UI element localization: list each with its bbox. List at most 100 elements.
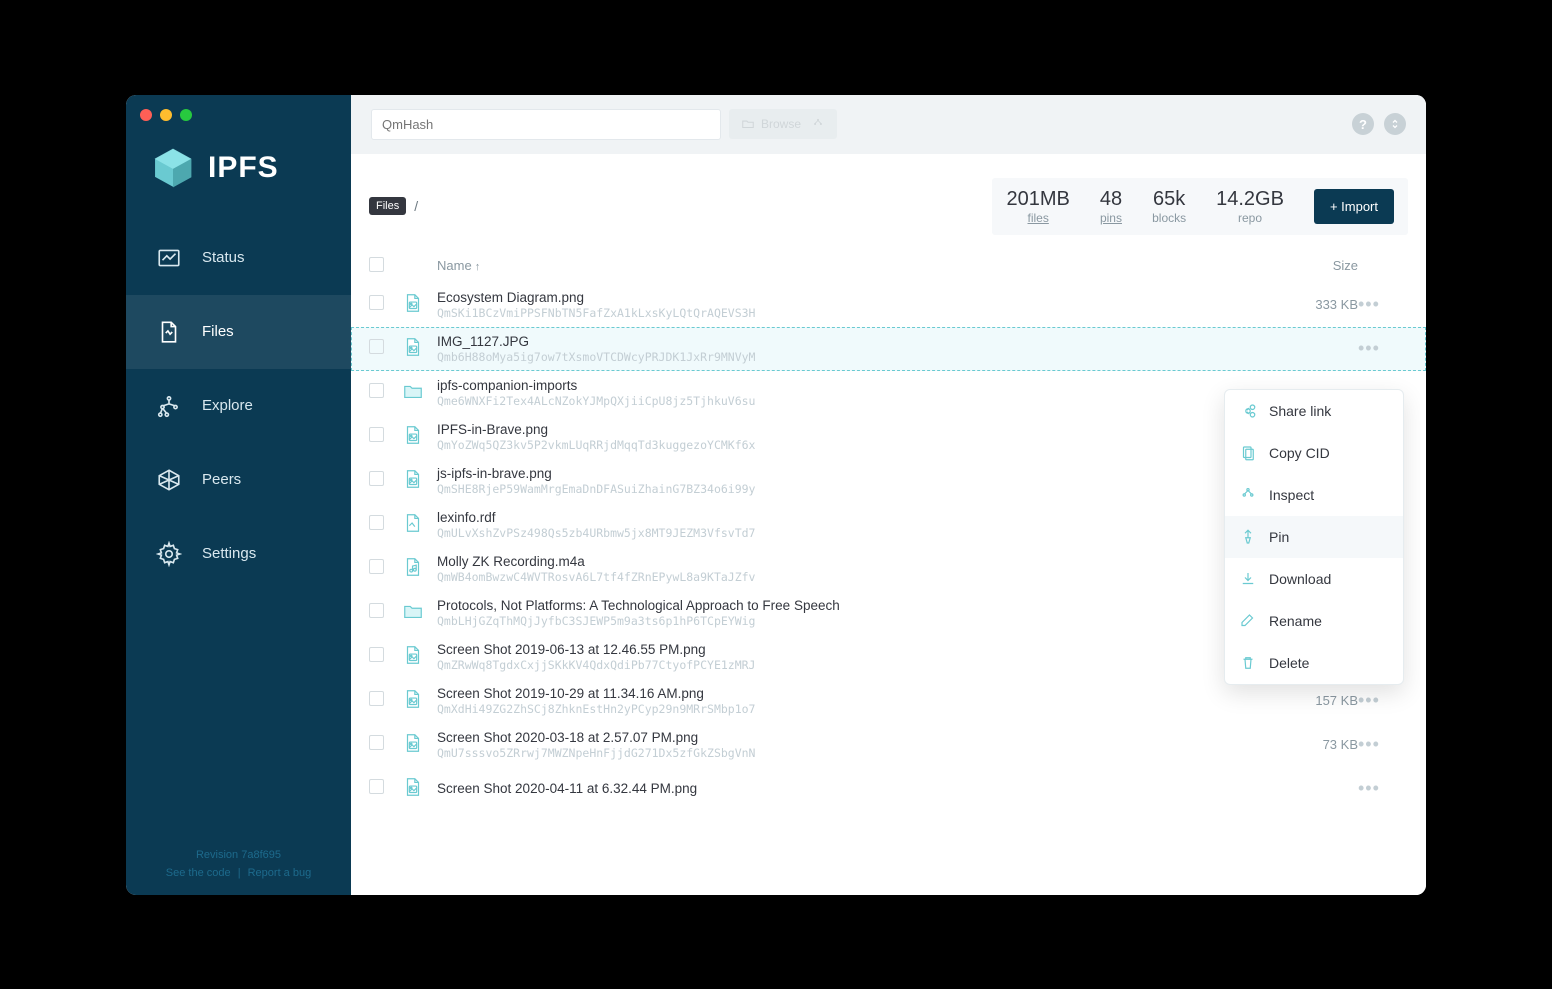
- menu-label: Share link: [1269, 403, 1331, 419]
- row-checkbox[interactable]: [369, 559, 384, 574]
- select-all-checkbox[interactable]: [369, 257, 384, 272]
- row-checkbox[interactable]: [369, 691, 384, 706]
- menu-item-download[interactable]: Download: [1225, 558, 1403, 600]
- file-row[interactable]: Screen Shot 2019-10-29 at 11.34.16 AM.pn…: [351, 679, 1426, 723]
- nav-label: Peers: [202, 471, 241, 488]
- stat-pins[interactable]: 48 pins: [1100, 188, 1122, 225]
- file-hash: QmULvXshZvPSz498Qs5zb4URbmw5jx8MT9JEZM3V…: [437, 526, 1268, 540]
- row-checkbox[interactable]: [369, 427, 384, 442]
- file-type-icon: [401, 597, 425, 625]
- context-menu: Share link Copy CIDInspect Pin DownloadRena…: [1224, 389, 1404, 685]
- file-hash: Qme6WNXFi2Tex4ALcNZokYJMpQXjiiCpU8jz5Tjh…: [437, 394, 1268, 408]
- close-window-icon[interactable]: [140, 109, 152, 121]
- breadcrumb: Files /: [369, 197, 418, 215]
- traffic-lights[interactable]: [140, 109, 192, 121]
- topbar: Browse ?: [351, 95, 1426, 154]
- nav-label: Status: [202, 249, 245, 266]
- row-checkbox[interactable]: [369, 515, 384, 530]
- breadcrumb-root[interactable]: Files: [369, 197, 406, 215]
- row-more-button[interactable]: •••: [1358, 778, 1380, 798]
- explore-icon: [156, 393, 182, 419]
- browse-button[interactable]: Browse: [729, 109, 837, 139]
- see-code-link[interactable]: See the code: [166, 867, 231, 879]
- file-type-icon: [401, 509, 425, 537]
- minimize-window-icon[interactable]: [160, 109, 172, 121]
- menu-label: Pin: [1269, 529, 1289, 545]
- menu-icon: [1239, 654, 1257, 672]
- stat-label: blocks: [1152, 211, 1186, 225]
- nav-explore[interactable]: Explore: [126, 369, 351, 443]
- file-hash: QmXdHi49ZG2ZhSCj8ZhknEstHn2yPCyp29n9MRrS…: [437, 702, 1268, 716]
- file-hash: QmU7sssvo5ZRrwj7MWZNpeHnFjjdG271Dx5zfGkZ…: [437, 746, 1268, 760]
- import-button[interactable]: + Import: [1314, 189, 1394, 224]
- nav-label: Explore: [202, 397, 253, 414]
- row-more-button[interactable]: •••: [1358, 294, 1380, 314]
- topbar-icons: ?: [1352, 113, 1406, 135]
- menu-icon: [1239, 528, 1257, 546]
- row-checkbox[interactable]: [369, 735, 384, 750]
- row-more-button[interactable]: •••: [1358, 734, 1380, 754]
- revision-link[interactable]: Revision 7a8f695: [196, 849, 281, 861]
- status-icon: [156, 245, 182, 271]
- sidebar-footer: Revision 7a8f695 See the code | Report a…: [126, 835, 351, 894]
- brand: IPFS: [126, 145, 351, 221]
- file-row[interactable]: Ecosystem Diagram.png QmSKi1BCzVmiPPSFNb…: [351, 283, 1426, 327]
- nav-settings[interactable]: Settings: [126, 517, 351, 591]
- file-name: Screen Shot 2020-03-18 at 2.57.07 PM.png: [437, 729, 1268, 747]
- stat-files[interactable]: 201MB files: [1006, 188, 1069, 225]
- row-more-button[interactable]: •••: [1358, 338, 1380, 358]
- file-type-icon: [401, 377, 425, 405]
- row-checkbox[interactable]: [369, 383, 384, 398]
- row-checkbox[interactable]: [369, 647, 384, 662]
- file-name: Molly ZK Recording.m4a: [437, 553, 1268, 571]
- maximize-window-icon[interactable]: [180, 109, 192, 121]
- menu-icon: [1239, 612, 1257, 630]
- file-hash: QmWB4omBwzwC4WVTRosvA6L7tf4fZRnEPywL8a9K…: [437, 570, 1268, 584]
- list-header: Name Size: [351, 253, 1426, 283]
- file-size-cell: 333 KB: [1268, 296, 1358, 314]
- separator: |: [238, 867, 241, 879]
- help-icon[interactable]: ?: [1352, 113, 1374, 135]
- menu-icon: [1239, 444, 1257, 462]
- row-checkbox[interactable]: [369, 295, 384, 310]
- column-name[interactable]: Name: [437, 258, 1268, 273]
- menu-item-copy-cid[interactable]: Copy CID: [1225, 432, 1403, 474]
- row-checkbox[interactable]: [369, 339, 384, 354]
- file-name: Ecosystem Diagram.png: [437, 289, 1268, 307]
- stats-panel: 201MB files 48 pins 65k blocks 14.2GB re…: [992, 178, 1408, 235]
- file-name: Screen Shot 2019-06-13 at 12.46.55 PM.pn…: [437, 641, 1268, 659]
- report-bug-link[interactable]: Report a bug: [248, 867, 312, 879]
- stat-label: pins: [1100, 211, 1122, 225]
- file-hash: QmSHE8RjeP59WamMrgEmaDnDFASuiZhainG7BZ34…: [437, 482, 1268, 496]
- menu-item-pin[interactable]: Pin: [1225, 516, 1403, 558]
- hash-search-input[interactable]: [371, 109, 721, 140]
- brand-name: IPFS: [208, 151, 279, 185]
- file-size: 333 KB: [1315, 297, 1358, 312]
- file-type-icon: [401, 553, 425, 581]
- column-size[interactable]: Size: [1268, 258, 1358, 273]
- file-name: Screen Shot 2020-04-11 at 6.32.44 PM.png: [437, 780, 1268, 798]
- stat-value: 14.2GB: [1216, 188, 1284, 211]
- file-size: 157 KB: [1315, 693, 1358, 708]
- file-row[interactable]: IMG_1127.JPG Qmb6H88oMya5ig7ow7tXsmoVTCD…: [351, 327, 1426, 371]
- menu-icon: [1239, 570, 1257, 588]
- sidebar: IPFS Status Files Explore Peers Settings: [126, 95, 351, 895]
- row-checkbox[interactable]: [369, 471, 384, 486]
- file-size-cell: 73 KB: [1268, 736, 1358, 754]
- nav-status[interactable]: Status: [126, 221, 351, 295]
- row-more-button[interactable]: •••: [1358, 690, 1380, 710]
- nav-peers[interactable]: Peers: [126, 443, 351, 517]
- row-checkbox[interactable]: [369, 603, 384, 618]
- file-type-icon: [401, 641, 425, 669]
- menu-item-rename[interactable]: Rename: [1225, 600, 1403, 642]
- nav-files[interactable]: Files: [126, 295, 351, 369]
- menu-item-share-link[interactable]: Share link: [1225, 390, 1403, 432]
- menu-icon: [1239, 402, 1257, 420]
- row-checkbox[interactable]: [369, 779, 384, 794]
- file-row[interactable]: Screen Shot 2020-04-11 at 6.32.44 PM.png…: [351, 767, 1426, 811]
- menu-item-delete[interactable]: Delete: [1225, 642, 1403, 684]
- file-row[interactable]: Screen Shot 2020-03-18 at 2.57.07 PM.png…: [351, 723, 1426, 767]
- file-type-icon: [401, 333, 425, 361]
- sync-icon[interactable]: [1384, 113, 1406, 135]
- menu-item-inspect[interactable]: Inspect: [1225, 474, 1403, 516]
